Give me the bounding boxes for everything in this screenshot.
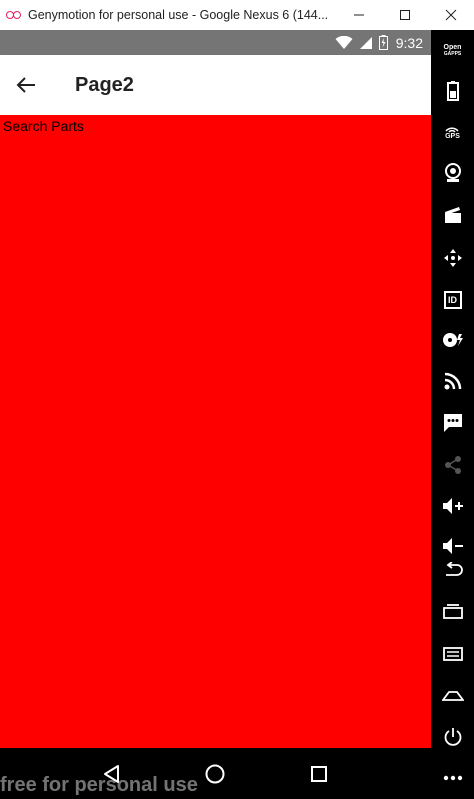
- gps-icon: GPS: [445, 125, 460, 141]
- open-gapps-icon: Open GAPPS: [444, 44, 462, 58]
- maximize-icon: [400, 10, 410, 20]
- id-icon: ID: [443, 291, 462, 309]
- sms-button[interactable]: [431, 406, 474, 440]
- open-gapps-button[interactable]: Open GAPPS: [431, 34, 474, 68]
- battery-icon: [446, 81, 459, 101]
- nav-home-icon: [205, 764, 225, 783]
- status-bar: 9:32: [0, 30, 431, 55]
- move-arrows-icon: [443, 249, 462, 267]
- open-gapps-line1: Open: [443, 44, 462, 51]
- id-label: ID: [448, 295, 457, 305]
- menu-button[interactable]: [431, 637, 474, 671]
- back-button[interactable]: [0, 55, 52, 115]
- recent-apps-button[interactable]: [431, 595, 474, 629]
- status-time: 9:32: [395, 34, 423, 51]
- search-parts-label: Search Parts: [3, 118, 84, 134]
- identifiers-button[interactable]: ID: [431, 283, 474, 317]
- gps-label: GPS: [445, 133, 460, 140]
- window-titlebar: Genymotion for personal use - Google Nex…: [0, 0, 474, 30]
- gps-button[interactable]: GPS: [431, 116, 474, 150]
- more-dots-icon: [443, 775, 462, 781]
- nav-recents-icon: [311, 765, 328, 782]
- page-content: Search Parts: [0, 115, 431, 748]
- arrow-back-icon: [16, 77, 35, 93]
- disk-io-button[interactable]: [431, 323, 474, 357]
- minimize-button[interactable]: [336, 0, 382, 30]
- maximize-button[interactable]: [382, 0, 428, 30]
- device-home-button[interactable]: [431, 679, 474, 713]
- battery-charging-icon: [378, 35, 388, 50]
- share-button[interactable]: [431, 448, 474, 482]
- webcam-icon: [444, 163, 461, 182]
- nav-recents-button[interactable]: [299, 754, 339, 794]
- window-title: Genymotion for personal use - Google Nex…: [28, 8, 329, 22]
- volume-up-icon: [442, 498, 463, 514]
- capture-button[interactable]: [431, 198, 474, 232]
- navigation-bar: free for personal use: [0, 748, 431, 799]
- more-button[interactable]: [431, 761, 474, 795]
- close-icon: [445, 9, 457, 21]
- genymotion-logo-icon: [6, 9, 24, 21]
- disk-io-icon: [442, 333, 463, 347]
- sms-icon: [443, 414, 462, 432]
- signal-icon: [359, 36, 373, 50]
- wifi-icon: [335, 35, 353, 50]
- rss-icon: [444, 372, 461, 390]
- close-button[interactable]: [428, 0, 474, 30]
- app-bar: Page2: [0, 55, 431, 115]
- battery-button[interactable]: [431, 74, 474, 108]
- network-button[interactable]: [431, 364, 474, 398]
- open-gapps-line2: GAPPS: [443, 51, 462, 57]
- home-icon: [441, 691, 464, 701]
- device-back-button[interactable]: [431, 553, 474, 587]
- clapperboard-icon: [444, 207, 461, 223]
- recent-apps-icon: [442, 604, 463, 619]
- camera-button[interactable]: [431, 156, 474, 190]
- power-icon: [444, 728, 461, 746]
- page-title: Page2: [75, 73, 134, 96]
- genymotion-toolbar: Open GAPPS GPS ID: [431, 30, 474, 799]
- window-controls: [336, 0, 474, 30]
- minimize-icon: [354, 14, 364, 16]
- remote-control-button[interactable]: [431, 241, 474, 275]
- nav-back-icon: [103, 764, 119, 783]
- menu-icon: [442, 647, 463, 661]
- share-icon: [444, 456, 461, 474]
- nav-home-button[interactable]: [195, 754, 235, 794]
- volume-up-button[interactable]: [431, 489, 474, 523]
- power-button[interactable]: [431, 720, 474, 754]
- back-arrow-icon: [445, 562, 463, 576]
- nav-back-button[interactable]: [92, 754, 132, 794]
